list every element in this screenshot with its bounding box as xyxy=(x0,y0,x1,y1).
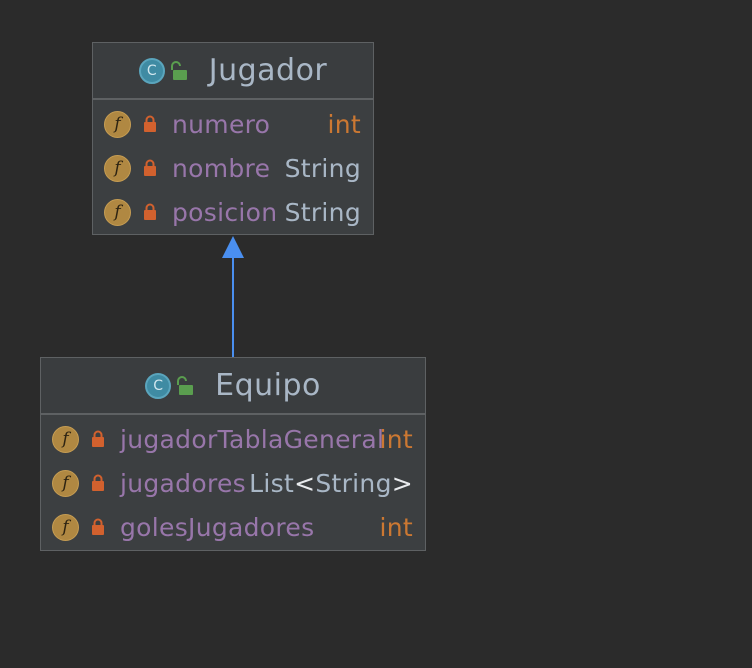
field-type-list-string: List<String> xyxy=(249,469,413,498)
field-row-golesJugadores[interactable]: f golesJugadores int xyxy=(41,505,425,549)
class-name-jugador: Jugador xyxy=(208,53,328,88)
field-type-string: String xyxy=(284,153,361,183)
field-type-close-bracket: > xyxy=(391,468,413,498)
lock-icon xyxy=(92,518,104,535)
class-header-equipo[interactable]: C Equipo xyxy=(41,358,425,415)
field-icon-letter: f xyxy=(62,516,69,537)
field-type-prefix: List xyxy=(249,468,295,498)
field-icon-letter: f xyxy=(114,113,121,134)
field-row-jugadores[interactable]: f jugadores List<String> xyxy=(41,461,425,505)
field-icon-letter: f xyxy=(114,201,121,222)
lock-icon xyxy=(92,474,104,491)
field-name-nombre: nombre xyxy=(172,153,271,183)
class-icon-letter: C xyxy=(153,377,164,394)
field-row-numero[interactable]: f numero int xyxy=(93,102,373,146)
field-icon-letter: f xyxy=(114,157,121,178)
field-type-inner: String xyxy=(315,468,392,498)
class-icon: C xyxy=(145,372,172,399)
uml-diagram-canvas: C Jugador f numero int f nombre String f… xyxy=(0,0,752,668)
lock-icon xyxy=(144,203,156,220)
field-type-int: int xyxy=(379,512,413,542)
field-row-jugadorTablaGeneral[interactable]: f jugadorTablaGeneral int xyxy=(41,417,425,461)
field-icon: f xyxy=(52,513,79,541)
field-icon: f xyxy=(104,198,131,226)
field-name-numero: numero xyxy=(172,109,271,139)
field-type-string: String xyxy=(284,197,361,227)
field-row-nombre[interactable]: f nombre String xyxy=(93,146,373,190)
field-icon: f xyxy=(52,469,79,497)
field-type-open-bracket: < xyxy=(294,468,316,498)
unlock-icon xyxy=(170,60,187,80)
field-icon: f xyxy=(52,425,79,453)
class-box-equipo[interactable]: C Equipo f jugadorTablaGeneral int f jug… xyxy=(40,357,426,551)
lock-icon xyxy=(92,430,104,447)
field-icon: f xyxy=(104,110,131,138)
class-name-equipo: Equipo xyxy=(215,368,321,403)
field-name-golesJugadores: golesJugadores xyxy=(120,512,315,542)
field-type-int: int xyxy=(327,109,361,139)
field-icon-letter: f xyxy=(62,428,69,449)
field-icon-letter: f xyxy=(62,472,69,493)
field-name-posicion: posicion xyxy=(172,197,278,227)
field-name-jugadorTablaGeneral: jugadorTablaGeneral xyxy=(120,424,385,454)
field-name-jugadores: jugadores xyxy=(120,468,246,498)
class-header-jugador[interactable]: C Jugador xyxy=(93,43,373,100)
unlock-icon xyxy=(177,375,194,395)
class-icon: C xyxy=(138,57,165,84)
lock-icon xyxy=(144,159,156,176)
lock-icon xyxy=(144,115,156,132)
class-icon-letter: C xyxy=(146,62,157,79)
inheritance-arrow-head xyxy=(222,236,244,258)
field-row-posicion[interactable]: f posicion String xyxy=(93,190,373,234)
class-box-jugador[interactable]: C Jugador f numero int f nombre String f… xyxy=(92,42,374,235)
field-icon: f xyxy=(104,154,131,182)
field-type-int: int xyxy=(379,424,413,454)
